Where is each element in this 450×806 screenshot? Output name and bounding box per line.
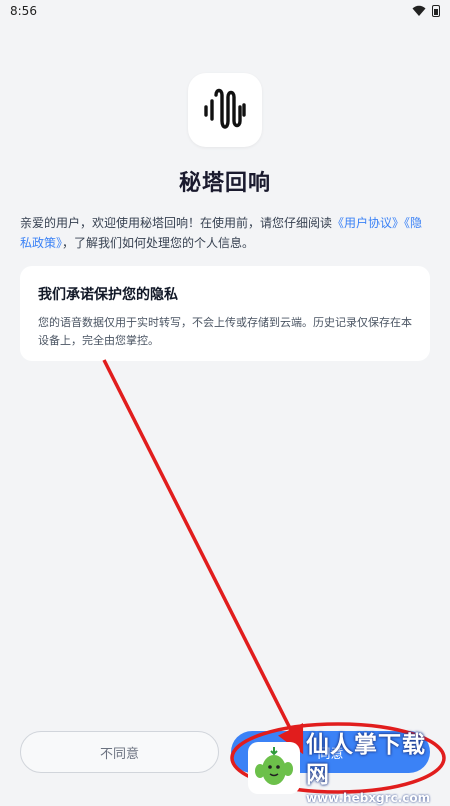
watermark: 仙人掌下载网 www.hebxgrc.com [248, 732, 448, 805]
sound-wave-icon [204, 88, 246, 129]
watermark-url: www.hebxgrc.com [306, 791, 431, 805]
intro-text-before: 亲爱的用户，欢迎使用秘塔回响！在使用前，请您仔细阅读 [20, 216, 333, 230]
decline-button[interactable]: 不同意 [20, 731, 219, 773]
status-icons [412, 5, 440, 17]
status-bar: 8:56 [0, 0, 450, 22]
annotation-arrow [102, 359, 304, 755]
user-agreement-link[interactable]: 《用户协议》 [332, 216, 404, 230]
battery-icon [432, 5, 440, 17]
watermark-main: 仙人掌下载网 [306, 732, 426, 788]
cactus-logo-icon [248, 742, 300, 794]
app-logo [188, 73, 262, 147]
status-time: 8:56 [10, 4, 37, 18]
intro-text: 亲爱的用户，欢迎使用秘塔回响！在使用前，请您仔细阅读《用户协议》《隐私政策》，了… [20, 213, 430, 253]
privacy-card-title: 我们承诺保护您的隐私 [38, 287, 178, 303]
privacy-card: 我们承诺保护您的隐私 您的语音数据仅用于实时转写，不会上传或存储到云端。历史记录… [20, 266, 430, 361]
wifi-icon [412, 5, 426, 16]
intro-text-after: ，了解我们如何处理您的个人信息。 [62, 236, 255, 250]
decline-button-label: 不同意 [99, 746, 139, 762]
privacy-card-body: 您的语音数据仅用于实时转写，不会上传或存储到云端。历史记录仅保存在本设备上，完全… [38, 316, 412, 347]
app-title: 秘塔回响 [178, 171, 271, 196]
watermark-text: 仙人掌下载网 www.hebxgrc.com [306, 730, 448, 806]
